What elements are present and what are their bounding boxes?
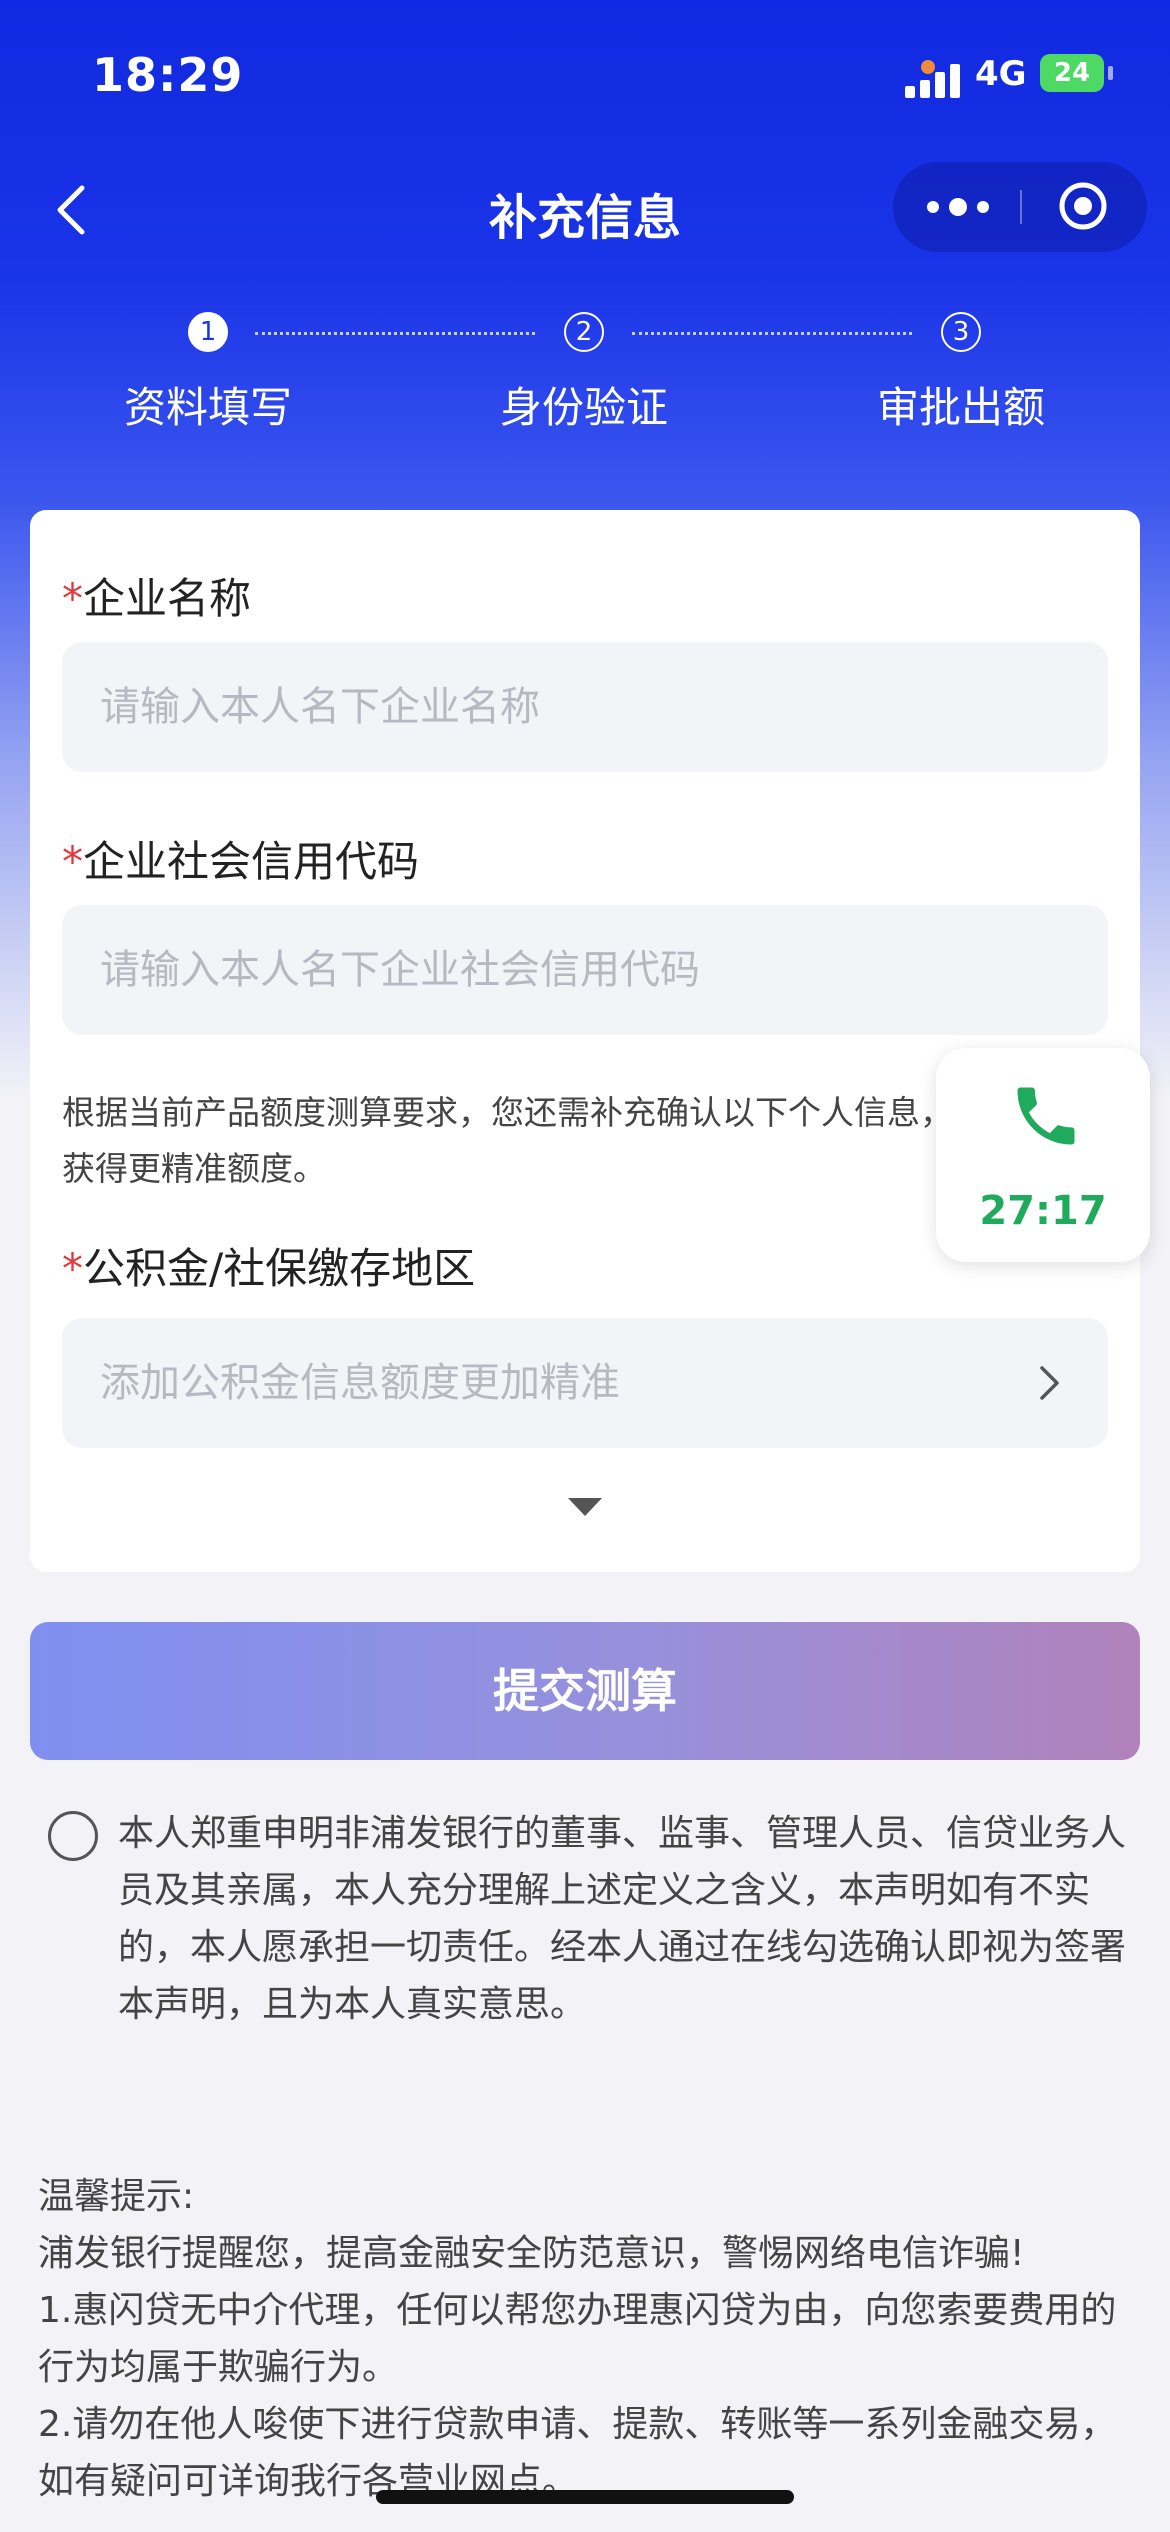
network-type: 4G [975,54,1027,94]
home-indicator [376,2490,794,2504]
consent-radio[interactable] [48,1811,98,1861]
region-label-text: 公积金/社保缴存地区 [83,1244,476,1293]
battery-level: 24 [1053,58,1091,88]
capsule-divider [1020,190,1022,224]
credit-code-label-text: 企业社会信用代码 [83,837,420,886]
company-name-label-text: 企业名称 [83,574,252,623]
tips-line: 浦发银行提醒您，提高金融安全防范意识，警惕网络电信诈骗! [38,2233,1025,2274]
battery-icon: 24 [1040,54,1104,92]
step-3-label: 审批出额 [876,383,1045,432]
info-hint: 根据当前产品额度测算要求，您还需补充确认以下个人信息，获得更精准额度。 [62,1093,953,1188]
mini-program-capsule [893,162,1147,252]
tips-line: 1.惠闪贷无中介代理，任何以帮您办理惠闪贷为由，向您索要费用的行为均属于欺骗行为… [38,2290,1117,2388]
tips-title: 温馨提示: [38,2176,195,2217]
step-1-label: 资料填写 [123,383,292,432]
region-selector[interactable]: 添加公积金信息额度更加精准 [62,1318,1108,1448]
more-icon[interactable] [923,195,993,219]
company-name-input[interactable]: 请输入本人名下企业名称 [62,642,1108,772]
step-2-number: 2 [564,312,604,352]
expand-caret-icon[interactable] [568,1498,602,1516]
region-placeholder: 添加公积金信息额度更加精准 [100,1360,620,1406]
status-bar: 18:29 4G 24 [0,40,1170,110]
step-3: 3 审批出额 [831,312,1091,435]
step-1-number: 1 [188,312,228,352]
step-3-number: 3 [941,312,981,352]
region-label: *公积金/社保缴存地区 [62,1235,475,1296]
step-1: 1 资料填写 [78,312,338,435]
credit-code-label: *企业社会信用代码 [62,828,419,889]
form-card: *企业名称 请输入本人名下企业名称 *企业社会信用代码 请输入本人名下企业社会信… [30,510,1140,1572]
consent-text: 本人郑重申明非浦发银行的董事、监事、管理人员、信贷业务人员及其亲属，本人充分理解… [118,1813,1127,2025]
step-2: 2 身份验证 [454,312,714,435]
required-mark: * [62,574,83,623]
call-timer-text: 27:17 [979,1188,1107,1234]
chevron-right-icon [1040,1366,1059,1400]
nav-bar: 补充信息 [0,160,1170,260]
credit-code-input[interactable]: 请输入本人名下企业社会信用代码 [62,905,1108,1035]
call-timer-widget[interactable]: 27:17 [936,1048,1150,1262]
signal-icon [905,62,961,98]
phone-icon [1017,1087,1075,1145]
step-indicator: 1 资料填写 2 身份验证 3 审批出额 [0,312,1170,432]
step-2-label: 身份验证 [499,383,668,432]
submit-button[interactable]: 提交测算 [30,1622,1140,1760]
warm-tips: 温馨提示: 浦发银行提醒您，提高金融安全防范意识，警惕网络电信诈骗! 1.惠闪贷… [38,2168,1128,2510]
battery-tip [1108,66,1113,80]
required-mark: * [62,837,83,886]
status-time: 18:29 [92,48,244,102]
close-target-icon[interactable] [1058,181,1108,231]
company-name-label: *企业名称 [62,565,251,626]
required-mark: * [62,1244,83,1293]
